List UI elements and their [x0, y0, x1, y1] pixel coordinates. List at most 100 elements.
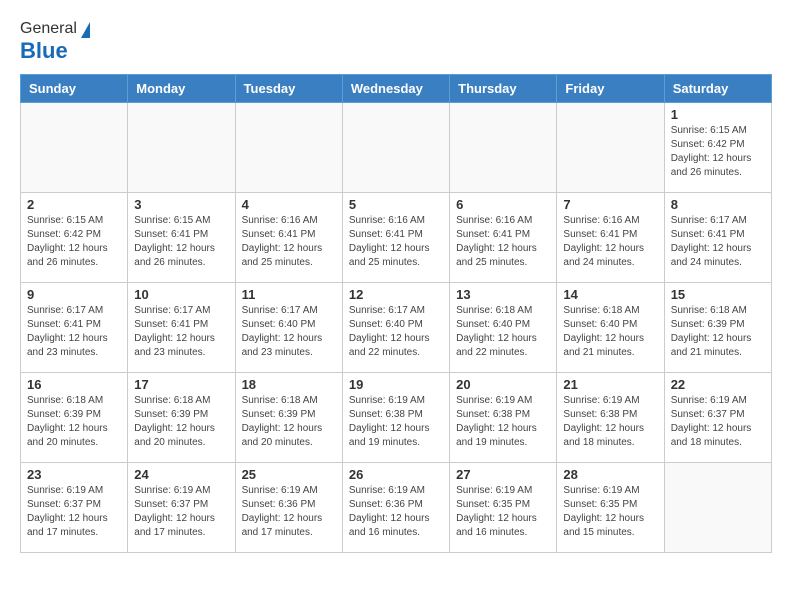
- day-number: 23: [27, 467, 121, 482]
- calendar-day-cell: 24 Sunrise: 6:19 AM Sunset: 6:37 PM Dayli…: [128, 463, 235, 553]
- day-number: 27: [456, 467, 550, 482]
- logo-blue-text: Blue: [20, 38, 90, 64]
- calendar-day-cell: 17 Sunrise: 6:18 AM Sunset: 6:39 PM Dayli…: [128, 373, 235, 463]
- day-info: Sunrise: 6:18 AM Sunset: 6:40 PM Dayligh…: [456, 304, 550, 360]
- calendar-day-cell: [342, 103, 449, 193]
- day-number: 17: [134, 377, 228, 392]
- day-number: 22: [671, 377, 765, 392]
- day-info: Sunrise: 6:19 AM Sunset: 6:36 PM Dayligh…: [242, 484, 336, 540]
- calendar-day-cell: 22 Sunrise: 6:19 AM Sunset: 6:37 PM Dayli…: [664, 373, 771, 463]
- day-number: 11: [242, 287, 336, 302]
- day-info: Sunrise: 6:16 AM Sunset: 6:41 PM Dayligh…: [349, 214, 443, 270]
- day-info: Sunrise: 6:19 AM Sunset: 6:35 PM Dayligh…: [456, 484, 550, 540]
- day-number: 3: [134, 197, 228, 212]
- day-info: Sunrise: 6:16 AM Sunset: 6:41 PM Dayligh…: [242, 214, 336, 270]
- calendar-day-cell: 16 Sunrise: 6:18 AM Sunset: 6:39 PM Dayli…: [21, 373, 128, 463]
- day-info: Sunrise: 6:16 AM Sunset: 6:41 PM Dayligh…: [456, 214, 550, 270]
- day-info: Sunrise: 6:17 AM Sunset: 6:40 PM Dayligh…: [349, 304, 443, 360]
- page-header: General Blue: [20, 20, 772, 64]
- calendar-day-cell: 12 Sunrise: 6:17 AM Sunset: 6:40 PM Dayli…: [342, 283, 449, 373]
- day-info: Sunrise: 6:18 AM Sunset: 6:40 PM Dayligh…: [563, 304, 657, 360]
- day-info: Sunrise: 6:19 AM Sunset: 6:38 PM Dayligh…: [349, 394, 443, 450]
- calendar-day-cell: 6 Sunrise: 6:16 AM Sunset: 6:41 PM Daylig…: [450, 193, 557, 283]
- day-number: 16: [27, 377, 121, 392]
- calendar-day-cell: 27 Sunrise: 6:19 AM Sunset: 6:35 PM Dayli…: [450, 463, 557, 553]
- calendar-day-cell: 13 Sunrise: 6:18 AM Sunset: 6:40 PM Dayli…: [450, 283, 557, 373]
- calendar-day-cell: 8 Sunrise: 6:17 AM Sunset: 6:41 PM Daylig…: [664, 193, 771, 283]
- calendar-day-cell: 11 Sunrise: 6:17 AM Sunset: 6:40 PM Dayli…: [235, 283, 342, 373]
- day-of-week-header: Wednesday: [342, 75, 449, 103]
- day-number: 25: [242, 467, 336, 482]
- day-info: Sunrise: 6:19 AM Sunset: 6:38 PM Dayligh…: [563, 394, 657, 450]
- day-info: Sunrise: 6:18 AM Sunset: 6:39 PM Dayligh…: [134, 394, 228, 450]
- day-number: 7: [563, 197, 657, 212]
- calendar-day-cell: 3 Sunrise: 6:15 AM Sunset: 6:41 PM Daylig…: [128, 193, 235, 283]
- day-number: 26: [349, 467, 443, 482]
- day-info: Sunrise: 6:19 AM Sunset: 6:35 PM Dayligh…: [563, 484, 657, 540]
- day-info: Sunrise: 6:19 AM Sunset: 6:37 PM Dayligh…: [134, 484, 228, 540]
- day-info: Sunrise: 6:19 AM Sunset: 6:37 PM Dayligh…: [27, 484, 121, 540]
- logo-general-text: General: [20, 20, 77, 38]
- calendar-day-cell: 14 Sunrise: 6:18 AM Sunset: 6:40 PM Dayli…: [557, 283, 664, 373]
- day-info: Sunrise: 6:17 AM Sunset: 6:41 PM Dayligh…: [27, 304, 121, 360]
- calendar-day-cell: 10 Sunrise: 6:17 AM Sunset: 6:41 PM Dayli…: [128, 283, 235, 373]
- day-number: 28: [563, 467, 657, 482]
- calendar-header-row: SundayMondayTuesdayWednesdayThursdayFrid…: [21, 75, 772, 103]
- calendar-day-cell: 2 Sunrise: 6:15 AM Sunset: 6:42 PM Daylig…: [21, 193, 128, 283]
- day-number: 8: [671, 197, 765, 212]
- day-info: Sunrise: 6:19 AM Sunset: 6:37 PM Dayligh…: [671, 394, 765, 450]
- calendar-day-cell: 4 Sunrise: 6:16 AM Sunset: 6:41 PM Daylig…: [235, 193, 342, 283]
- day-number: 13: [456, 287, 550, 302]
- day-number: 4: [242, 197, 336, 212]
- day-info: Sunrise: 6:15 AM Sunset: 6:42 PM Dayligh…: [27, 214, 121, 270]
- calendar-day-cell: [450, 103, 557, 193]
- day-of-week-header: Saturday: [664, 75, 771, 103]
- calendar-week-row: 2 Sunrise: 6:15 AM Sunset: 6:42 PM Daylig…: [21, 193, 772, 283]
- day-info: Sunrise: 6:15 AM Sunset: 6:41 PM Dayligh…: [134, 214, 228, 270]
- calendar-day-cell: 26 Sunrise: 6:19 AM Sunset: 6:36 PM Dayli…: [342, 463, 449, 553]
- calendar-day-cell: 28 Sunrise: 6:19 AM Sunset: 6:35 PM Dayli…: [557, 463, 664, 553]
- calendar-day-cell: 25 Sunrise: 6:19 AM Sunset: 6:36 PM Dayli…: [235, 463, 342, 553]
- day-number: 24: [134, 467, 228, 482]
- calendar-day-cell: 19 Sunrise: 6:19 AM Sunset: 6:38 PM Dayli…: [342, 373, 449, 463]
- day-info: Sunrise: 6:17 AM Sunset: 6:41 PM Dayligh…: [671, 214, 765, 270]
- day-number: 20: [456, 377, 550, 392]
- calendar-day-cell: [664, 463, 771, 553]
- day-number: 9: [27, 287, 121, 302]
- calendar-table: SundayMondayTuesdayWednesdayThursdayFrid…: [20, 74, 772, 553]
- day-of-week-header: Tuesday: [235, 75, 342, 103]
- day-info: Sunrise: 6:18 AM Sunset: 6:39 PM Dayligh…: [671, 304, 765, 360]
- day-info: Sunrise: 6:17 AM Sunset: 6:40 PM Dayligh…: [242, 304, 336, 360]
- day-of-week-header: Thursday: [450, 75, 557, 103]
- calendar-day-cell: 1 Sunrise: 6:15 AM Sunset: 6:42 PM Daylig…: [664, 103, 771, 193]
- day-number: 2: [27, 197, 121, 212]
- day-info: Sunrise: 6:19 AM Sunset: 6:36 PM Dayligh…: [349, 484, 443, 540]
- day-number: 10: [134, 287, 228, 302]
- day-of-week-header: Sunday: [21, 75, 128, 103]
- calendar-day-cell: [557, 103, 664, 193]
- day-info: Sunrise: 6:16 AM Sunset: 6:41 PM Dayligh…: [563, 214, 657, 270]
- day-number: 19: [349, 377, 443, 392]
- calendar-week-row: 16 Sunrise: 6:18 AM Sunset: 6:39 PM Dayli…: [21, 373, 772, 463]
- day-info: Sunrise: 6:18 AM Sunset: 6:39 PM Dayligh…: [27, 394, 121, 450]
- calendar-day-cell: 23 Sunrise: 6:19 AM Sunset: 6:37 PM Dayli…: [21, 463, 128, 553]
- day-of-week-header: Friday: [557, 75, 664, 103]
- day-number: 6: [456, 197, 550, 212]
- day-info: Sunrise: 6:15 AM Sunset: 6:42 PM Dayligh…: [671, 124, 765, 180]
- day-number: 5: [349, 197, 443, 212]
- day-number: 12: [349, 287, 443, 302]
- calendar-day-cell: [21, 103, 128, 193]
- day-info: Sunrise: 6:18 AM Sunset: 6:39 PM Dayligh…: [242, 394, 336, 450]
- calendar-day-cell: 15Sunrise: 6:18 AM Sunset: 6:39 PM Dayli…: [664, 283, 771, 373]
- calendar-week-row: 23 Sunrise: 6:19 AM Sunset: 6:37 PM Dayli…: [21, 463, 772, 553]
- day-number: 1: [671, 107, 765, 122]
- calendar-day-cell: [235, 103, 342, 193]
- calendar-day-cell: 5 Sunrise: 6:16 AM Sunset: 6:41 PM Daylig…: [342, 193, 449, 283]
- calendar-week-row: 9 Sunrise: 6:17 AM Sunset: 6:41 PM Daylig…: [21, 283, 772, 373]
- calendar-day-cell: 7 Sunrise: 6:16 AM Sunset: 6:41 PM Daylig…: [557, 193, 664, 283]
- calendar-day-cell: 21Sunrise: 6:19 AM Sunset: 6:38 PM Dayli…: [557, 373, 664, 463]
- day-info: Sunrise: 6:17 AM Sunset: 6:41 PM Dayligh…: [134, 304, 228, 360]
- logo: General Blue: [20, 20, 90, 64]
- day-number: 14: [563, 287, 657, 302]
- day-info: Sunrise: 6:19 AM Sunset: 6:38 PM Dayligh…: [456, 394, 550, 450]
